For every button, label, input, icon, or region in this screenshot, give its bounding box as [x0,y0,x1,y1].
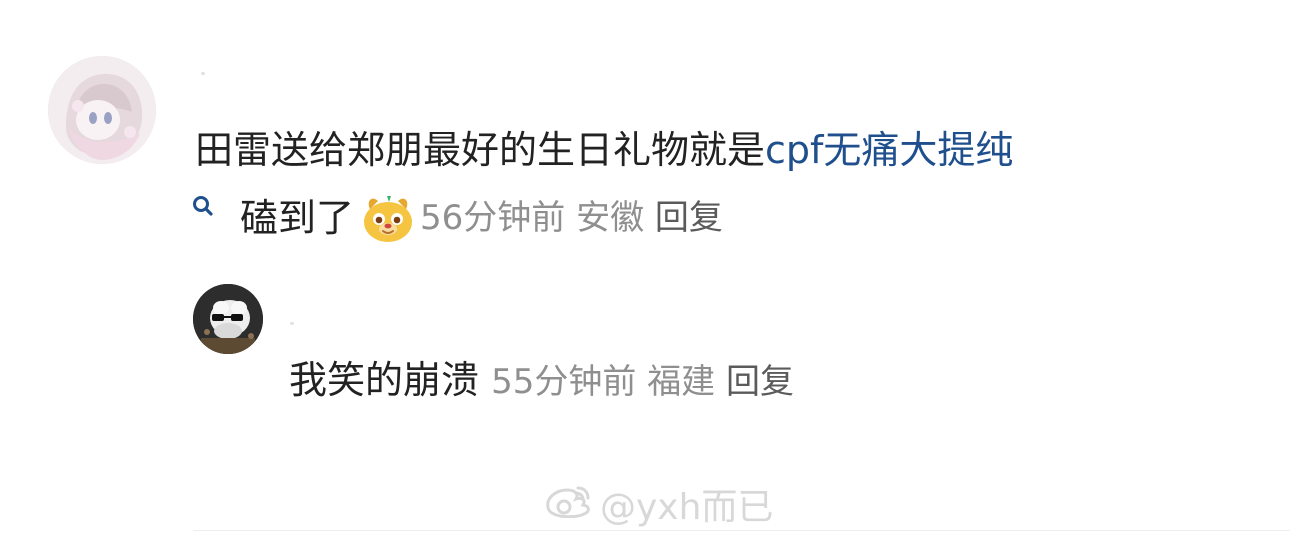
avatar[interactable] [48,56,156,164]
reply-avatar[interactable] [193,284,263,354]
reply-time: 55分钟前 [491,362,637,402]
comment-link[interactable]: cpf无痛大提纯 [765,128,1013,172]
dog-smile-emoji [360,193,416,243]
comment-text-second: 磕到了 [240,196,355,240]
bottom-divider [193,530,1290,531]
weibo-logo-icon [540,482,592,527]
username-placeholder [201,72,205,75]
reply-line: 我笑的崩溃 55分钟前 福建 回复 [289,356,794,406]
watermark-text: @yxh而已 [600,487,774,528]
comment-reply-button[interactable]: 回复 [655,198,723,238]
comment-meta: 56分钟前 安徽 回复 [420,194,723,242]
reply-location: 福建 [647,362,716,402]
comment-location: 安徽 [576,198,645,238]
reply-reply-button[interactable]: 回复 [726,362,794,402]
search-icon[interactable] [191,194,215,218]
comment-text-line: 田雷送给郑朋最好的生日礼物就是cpf无痛大提纯 [195,126,1013,174]
comment-time: 56分钟前 [420,198,566,238]
comment-second-line: 磕到了 56分钟前 安徽 回复 [240,193,723,243]
reply-username-placeholder [290,322,294,325]
reply-text: 我笑的崩溃 [289,358,480,402]
watermark: @yxh而已 [540,482,773,528]
reply-meta: 55分钟前 福建 回复 [491,362,794,402]
comment-text-main: 田雷送给郑朋最好的生日礼物就是 [195,128,766,172]
